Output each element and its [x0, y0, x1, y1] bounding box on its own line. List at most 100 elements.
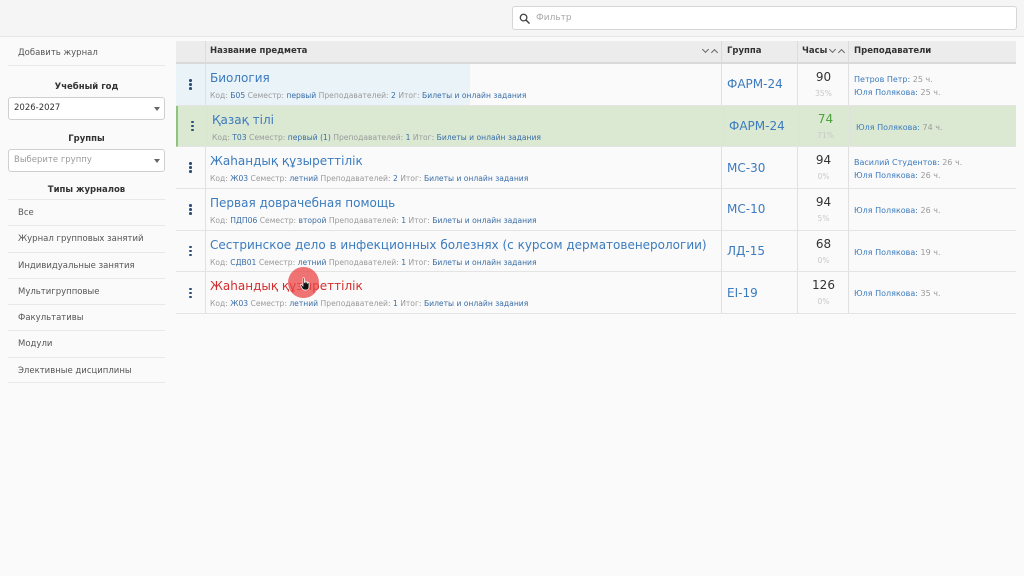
teacher-link[interactable]: Василий Студентов: 26 ч. — [854, 158, 962, 167]
subject-name-link[interactable]: Жаһандық құзыреттілік — [210, 279, 363, 293]
subject-semester: летний — [289, 299, 319, 309]
teachers-cell: Юля Полякова: 74 ч. — [851, 106, 1018, 147]
subject-cell: Сестринское дело в инфекционных болезнях… — [206, 230, 722, 272]
teacher-link[interactable]: Юля Полякова: 19 ч. — [854, 248, 941, 257]
subject-code: СДВ01 — [230, 257, 257, 267]
hours-value: 94 — [815, 195, 832, 210]
subject-name-link[interactable]: Қазақ тілі — [212, 113, 274, 127]
header-hours: Часы — [798, 41, 849, 62]
journals-table: Название предмета Группа Часы Преподават… — [176, 41, 1018, 315]
table-row: Сестринское дело в инфекционных болезнях… — [176, 230, 1016, 273]
row-menu-button[interactable] — [176, 230, 206, 272]
subject-meta: Код: ПДП06 Семестр: второй Преподавателе… — [210, 216, 537, 226]
caret-down-icon — [154, 107, 160, 111]
journal-type-individual[interactable]: Индивидуальные занятия — [8, 251, 165, 278]
subject-result: Билеты и онлайн задания — [423, 299, 529, 309]
header-actions — [176, 41, 206, 62]
journal-type-elective-disciplines[interactable]: Элективные дисциплины — [8, 356, 165, 384]
hours-cell: 94 5% — [798, 189, 849, 230]
subject-result: Билеты и онлайн задания — [436, 132, 542, 142]
subject-result: Билеты и онлайн задания — [432, 216, 537, 226]
hours-percent: 71% — [817, 130, 834, 140]
subject-cell: Қазақ тілі Код: Т03 Семестр: первый (1) … — [208, 105, 724, 147]
table-row: Биология Код: Б05 Семестр: первый Препод… — [176, 64, 1016, 106]
row-menu-button[interactable] — [176, 64, 206, 105]
subject-teacher-count: 1 — [392, 299, 398, 309]
kebab-menu-icon — [191, 120, 194, 132]
table-row: Қазақ тілі Код: Т03 Семестр: первый (1) … — [176, 105, 1018, 148]
subject-semester: первый (1) — [287, 132, 331, 142]
journal-type-group-classes[interactable]: Журнал групповых занятий — [8, 225, 165, 251]
group-link[interactable]: ФАРМ-24 — [729, 119, 785, 133]
subject-name-link[interactable]: Жаһандық құзыреттілік — [210, 154, 363, 168]
hours-value: 74 — [817, 111, 834, 126]
teacher-link[interactable]: Юля Полякова: 74 ч. — [856, 123, 943, 132]
row-menu-button[interactable] — [176, 189, 206, 230]
teacher-link[interactable]: Юля Полякова: 35 ч. — [854, 289, 941, 298]
table-row: Жаһандық құзыреттілік Код: Ж03 Семестр: … — [176, 147, 1016, 190]
sort-desc-icon[interactable] — [828, 45, 837, 54]
group-link[interactable]: ФАРМ-24 — [727, 77, 783, 91]
teacher-link[interactable]: Юля Полякова: 25 ч. — [854, 88, 941, 97]
subject-code: Б05 — [230, 91, 246, 100]
filter-input[interactable] — [536, 13, 996, 23]
row-menu-button[interactable] — [178, 105, 208, 147]
journal-types-list: Все Журнал групповых занятий Индивидуаль… — [8, 199, 165, 384]
hours-percent: 35% — [815, 89, 832, 98]
group-cell: МС-30 — [722, 147, 798, 189]
group-link[interactable]: МС-30 — [727, 161, 765, 175]
subject-result: Билеты и онлайн задания — [423, 174, 529, 184]
header-subject-name: Название предмета — [206, 41, 722, 62]
journal-type-modules[interactable]: Модули — [8, 330, 165, 356]
hours-value: 94 — [815, 153, 832, 168]
teachers-cell: Юля Полякова: 26 ч. — [849, 189, 1016, 230]
sort-asc-icon[interactable] — [837, 48, 846, 57]
hours-percent: 0% — [817, 172, 830, 182]
subject-teacher-count: 2 — [391, 91, 396, 100]
academic-year-select[interactable]: 2026-2027 — [8, 97, 165, 120]
subject-name-link[interactable]: Сестринское дело в инфекционных болезнях… — [210, 238, 707, 252]
header-hours-label: Часы — [802, 46, 828, 56]
hours-percent: 5% — [817, 214, 830, 224]
subject-cell: Жаһандық құзыреттілік Код: Ж03 Семестр: … — [206, 272, 722, 314]
table-row: Первая доврачебная помощь Код: ПДП06 Сем… — [176, 189, 1016, 231]
group-cell: ФАРМ-24 — [724, 105, 800, 147]
kebab-menu-icon — [189, 79, 192, 90]
group-link[interactable]: ЕІ-19 — [727, 286, 758, 300]
journal-type-electives[interactable]: Факультативы — [8, 304, 165, 330]
kebab-menu-icon — [189, 204, 192, 215]
subject-semester: второй — [298, 216, 327, 226]
sort-asc-icon[interactable] — [710, 48, 719, 57]
subject-semester: первый — [286, 91, 317, 100]
group-link[interactable]: МС-10 — [727, 202, 765, 216]
subject-meta: Код: СДВ01 Семестр: летний Преподавателе… — [210, 257, 537, 267]
sort-desc-icon[interactable] — [701, 45, 710, 54]
filter-box[interactable] — [512, 6, 1017, 30]
teacher-link[interactable]: Юля Полякова: 26 ч. — [854, 206, 941, 215]
subject-name-link[interactable]: Первая доврачебная помощь — [210, 196, 395, 210]
add-journal-link[interactable]: Добавить журнал — [8, 42, 165, 66]
group-link[interactable]: ЛД-15 — [727, 244, 765, 258]
subject-meta: Код: Б05 Семестр: первый Преподавателей:… — [210, 91, 527, 100]
row-menu-button[interactable] — [176, 147, 206, 189]
academic-year-label: Учебный год — [54, 82, 119, 92]
kebab-menu-icon — [189, 162, 192, 173]
journal-type-all[interactable]: Все — [8, 199, 165, 225]
row-menu-button[interactable] — [176, 272, 206, 314]
teachers-cell: Василий Студентов: 26 ч. Юля Полякова: 2… — [849, 147, 1016, 188]
teachers-cell: Юля Полякова: 35 ч. — [849, 272, 1016, 313]
subject-meta: Код: Т03 Семестр: первый (1) Преподавате… — [212, 132, 542, 142]
hours-cell: 94 0% — [798, 147, 849, 189]
journal-type-multigroup[interactable]: Мультигрупповые — [8, 277, 165, 304]
hours-percent: 0% — [817, 297, 830, 307]
subject-name-link[interactable]: Биология — [210, 71, 270, 85]
teacher-link[interactable]: Петров Петр: 25 ч. — [854, 75, 933, 84]
subject-code: ПДП06 — [230, 216, 258, 226]
subject-code: Ж03 — [230, 299, 249, 309]
groups-select[interactable]: Выберите группу — [8, 149, 165, 172]
table-row: Жаһандық құзыреттілік Код: Ж03 Семестр: … — [176, 272, 1016, 315]
subject-meta: Код: Ж03 Семестр: летний Преподавателей:… — [210, 174, 529, 184]
teacher-link[interactable]: Юля Полякова: 26 ч. — [854, 171, 941, 180]
table-header: Название предмета Группа Часы Преподават… — [176, 41, 1016, 64]
subject-semester: летний — [297, 257, 327, 267]
